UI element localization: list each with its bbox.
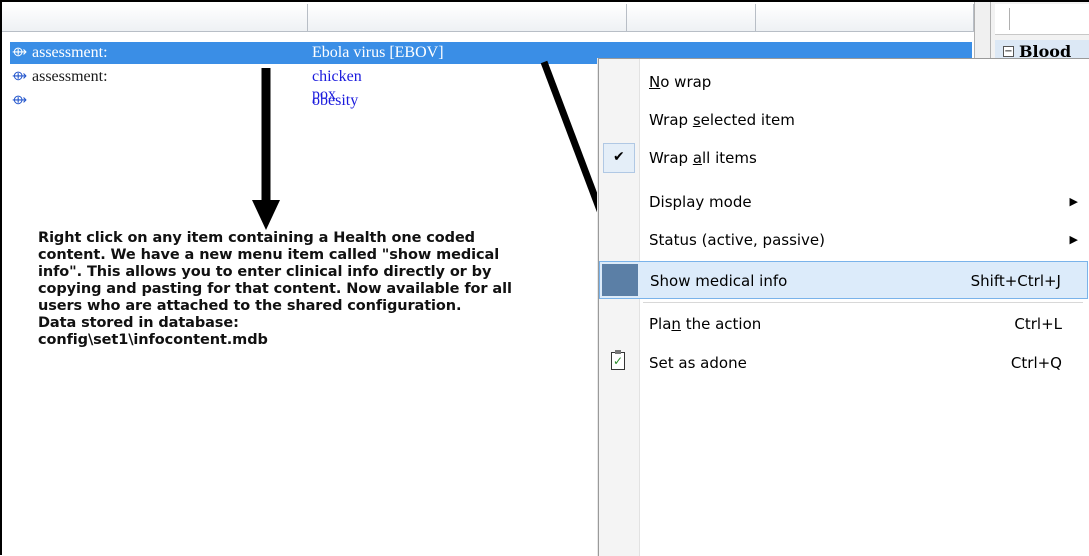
menu-item-set-as-adone[interactable]: Set as adone Ctrl+Q (599, 344, 1088, 382)
clipboard-check-icon (611, 350, 625, 370)
menu-item-label: Set as adone (649, 354, 747, 372)
menu-item-label: Status (active, passive) (649, 231, 826, 249)
menu-item-wrap-all[interactable]: ✔ Wrap all items (599, 139, 1088, 177)
submenu-arrow-icon: ▶ (1069, 195, 1078, 208)
menu-item-shortcut: Shift+Ctrl+J (970, 272, 1061, 290)
menu-item-plan-action[interactable]: Plan the action Ctrl+L (599, 305, 1088, 343)
menu-item-label: Show medical info (650, 272, 788, 290)
submenu-arrow-icon: ▶ (1069, 233, 1078, 246)
checkmark-icon: ✔ (613, 149, 625, 165)
context-menu: No wrap Wrap selected item ✔ Wrap all it… (598, 58, 1089, 556)
menu-item-label: Plan the action (649, 315, 762, 333)
menu-item-shortcut: Ctrl+L (1014, 315, 1062, 333)
menu-item-label: Wrap all items (649, 149, 757, 167)
arrow-down-icon (252, 68, 280, 230)
menu-item-wrap-selected[interactable]: Wrap selected item (599, 101, 1088, 139)
menu-item-status[interactable]: Status (active, passive) ▶ (599, 221, 1088, 259)
menu-item-label: No wrap (649, 73, 712, 91)
menu-item-label: Display mode (649, 193, 752, 211)
menu-separator (643, 302, 1083, 303)
menu-item-display-mode[interactable]: Display mode ▶ (599, 183, 1088, 221)
menu-item-no-wrap[interactable]: No wrap (599, 63, 1088, 101)
menu-item-show-medical-info[interactable]: Show medical info Shift+Ctrl+J (599, 261, 1088, 299)
menu-item-shortcut: Ctrl+Q (1010, 354, 1062, 372)
menu-item-label: Wrap selected item (649, 111, 795, 129)
medical-info-icon (602, 264, 638, 296)
